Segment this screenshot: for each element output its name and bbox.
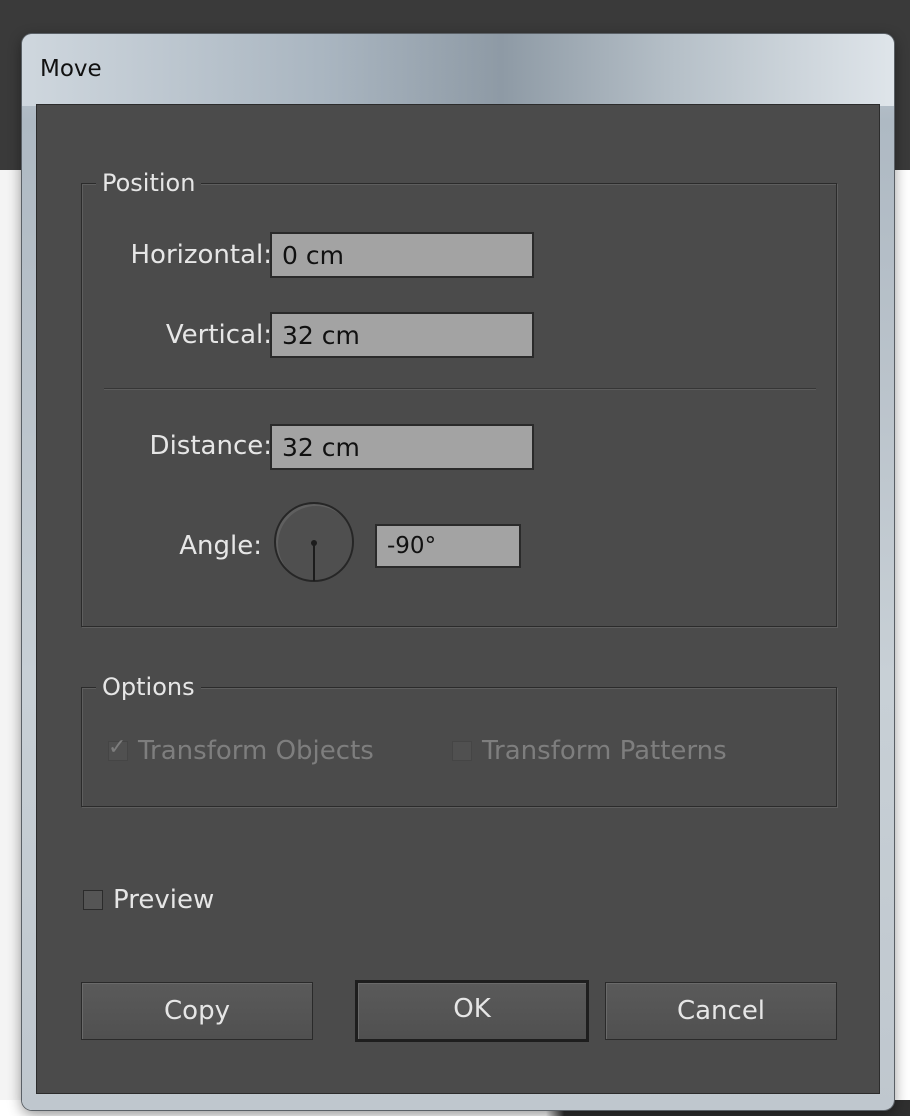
- angle-dial-needle: [313, 543, 315, 581]
- transform-objects-option: ✓ Transform Objects: [108, 736, 374, 766]
- preview-checkbox[interactable]: [83, 890, 103, 910]
- transform-patterns-label: Transform Patterns: [482, 736, 727, 766]
- transform-patterns-option: Transform Patterns: [452, 736, 727, 766]
- position-group: Position Horizontal: Vertical: Distance:…: [81, 169, 837, 627]
- distance-input[interactable]: [270, 424, 534, 470]
- horizontal-label: Horizontal:: [130, 240, 272, 270]
- copy-button[interactable]: Copy: [81, 982, 313, 1040]
- dialog-title: Move: [40, 56, 102, 82]
- ok-button[interactable]: OK: [355, 980, 589, 1042]
- dialog-content: Position Horizontal: Vertical: Distance:…: [36, 104, 880, 1094]
- preview-option[interactable]: Preview: [83, 885, 214, 915]
- preview-label: Preview: [113, 885, 215, 915]
- angle-dial-icon[interactable]: [274, 502, 354, 582]
- transform-objects-label: Transform Objects: [138, 736, 374, 766]
- angle-input[interactable]: [375, 524, 521, 568]
- transform-objects-checkbox: ✓: [108, 736, 128, 761]
- angle-dial-hub: [311, 540, 317, 546]
- vertical-label: Vertical:: [165, 320, 272, 350]
- move-dialog-window: Move Position Horizontal: Vertical: Dist…: [22, 34, 894, 1110]
- options-group-legend: Options: [96, 673, 201, 701]
- position-separator: [104, 388, 816, 390]
- angle-label: Angle:: [179, 531, 262, 561]
- horizontal-input[interactable]: [270, 232, 534, 278]
- options-group: Options ✓ Transform Objects Transform Pa…: [81, 673, 837, 807]
- title-bar[interactable]: Move: [22, 34, 894, 106]
- position-group-legend: Position: [96, 169, 202, 197]
- cancel-button[interactable]: Cancel: [605, 982, 837, 1040]
- check-mark-icon: ✓: [108, 735, 127, 760]
- vertical-input[interactable]: [270, 312, 534, 358]
- transform-patterns-checkbox: [452, 741, 472, 761]
- distance-label: Distance:: [149, 431, 272, 461]
